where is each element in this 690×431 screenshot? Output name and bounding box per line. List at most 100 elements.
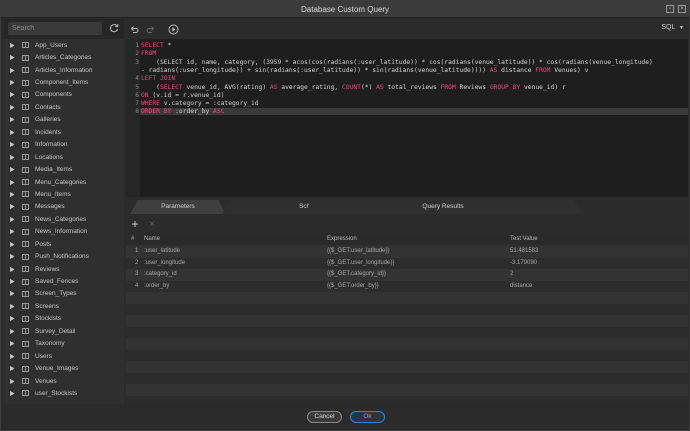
table-row[interactable] — [126, 292, 688, 304]
table-item[interactable]: Reviews — [4, 263, 124, 275]
expand-icon[interactable] — [10, 366, 14, 372]
table-item[interactable]: Information — [4, 139, 124, 151]
table-item[interactable]: Survey_Detail — [4, 325, 124, 337]
expand-icon[interactable] — [10, 378, 14, 384]
table-item[interactable]: Menu_Items — [4, 188, 124, 200]
tab-query-results[interactable]: Query Results — [304, 200, 582, 214]
table-item[interactable]: Galleries — [4, 114, 124, 126]
table-item[interactable]: Articles_Information — [4, 64, 124, 76]
table-item[interactable]: Media_Items — [4, 163, 124, 175]
table-item[interactable]: News_Information — [4, 226, 124, 238]
table-item[interactable]: user_Stockists — [4, 387, 124, 399]
refresh-icon[interactable] — [107, 21, 121, 35]
expand-icon[interactable] — [10, 229, 14, 235]
table-item[interactable]: Articles_Categories — [4, 51, 124, 63]
expand-icon[interactable] — [10, 353, 14, 359]
column-header[interactable]: Expression — [324, 234, 507, 245]
table-row[interactable] — [126, 326, 688, 338]
param-name[interactable]: :user_latitude — [141, 246, 324, 258]
table-item[interactable]: Venue_Images — [4, 362, 124, 374]
expand-icon[interactable] — [10, 67, 14, 73]
expand-icon[interactable] — [10, 117, 14, 123]
redo-icon[interactable] — [144, 22, 158, 36]
tab-parameters[interactable]: Parameters — [130, 200, 226, 214]
expand-icon[interactable] — [10, 142, 14, 148]
table-item[interactable]: Messages — [4, 201, 124, 213]
param-name[interactable]: :order_by — [141, 281, 324, 293]
table-item[interactable]: Contacts — [4, 101, 124, 113]
expand-icon[interactable] — [10, 266, 14, 272]
table-item[interactable]: Screens — [4, 300, 124, 312]
expand-icon[interactable] — [10, 279, 14, 285]
param-name[interactable]: :category_id — [141, 269, 324, 281]
table-row[interactable] — [126, 349, 688, 361]
table-row[interactable]: 4:order_by {{$_GET.order_by}} distance — [126, 280, 688, 293]
table-row[interactable]: 1:user_latitude {{$_GET.user_latitude}} 51… — [126, 246, 688, 258]
param-name[interactable]: :user_longitude — [141, 258, 324, 270]
param-test-value[interactable]: -3.179090 — [507, 258, 688, 270]
expand-icon[interactable] — [10, 390, 14, 396]
param-test-value[interactable]: 51.481583 — [507, 246, 688, 258]
ok-button[interactable]: Ok — [350, 411, 385, 423]
expand-icon[interactable] — [10, 80, 14, 86]
expand-icon[interactable] — [10, 129, 14, 135]
remove-parameter-icon[interactable]: × — [145, 217, 159, 231]
expand-icon[interactable] — [10, 42, 14, 48]
table-item[interactable]: Menu_Categories — [4, 176, 124, 188]
close-icon[interactable]: × — [678, 5, 686, 13]
add-parameter-icon[interactable]: + — [128, 217, 142, 231]
expand-icon[interactable] — [10, 216, 14, 222]
table-item[interactable]: Locations — [4, 151, 124, 163]
column-header[interactable]: # — [126, 234, 141, 245]
expand-icon[interactable] — [10, 179, 14, 185]
table-item[interactable]: Posts — [4, 238, 124, 250]
param-expression[interactable]: {{$_GET.category_id}} — [324, 269, 507, 281]
expand-icon[interactable] — [10, 254, 14, 260]
table-row[interactable] — [126, 315, 688, 327]
expand-icon[interactable] — [10, 316, 14, 322]
table-item[interactable]: Users — [4, 350, 124, 362]
param-expression[interactable]: {{$_GET.user_latitude}} — [324, 246, 507, 258]
table-item[interactable]: App_Users — [4, 39, 124, 51]
table-item[interactable]: Component_Items — [4, 76, 124, 88]
table-item[interactable]: Screen_Types — [4, 288, 124, 300]
param-expression[interactable]: {{$_GET.order_by}} — [324, 281, 507, 293]
expand-icon[interactable] — [10, 154, 14, 160]
restore-icon[interactable]: ▫ — [666, 5, 674, 13]
expand-icon[interactable] — [10, 55, 14, 61]
run-query-icon[interactable] — [166, 22, 180, 36]
table-row[interactable] — [126, 372, 688, 384]
table-row[interactable] — [126, 361, 688, 373]
table-item[interactable]: Components — [4, 89, 124, 101]
param-expression[interactable]: {{$_GET.user_longitude}} — [324, 258, 507, 270]
table-item[interactable]: Push_Notifications — [4, 250, 124, 262]
expand-icon[interactable] — [10, 341, 14, 347]
table-item[interactable]: Saved_Fences — [4, 275, 124, 287]
table-item[interactable]: Venues — [4, 375, 124, 387]
sql-editor[interactable]: 12345678 SELECT * FROM (SELECT id, name, … — [126, 39, 688, 197]
table-item[interactable]: News_Categories — [4, 213, 124, 225]
table-item[interactable]: Stockists — [4, 313, 124, 325]
table-row[interactable]: 2:user_longitude {{$_GET.user_longitude}}… — [126, 257, 688, 270]
column-header[interactable]: Test Value — [507, 234, 688, 245]
column-header[interactable]: Name — [141, 234, 324, 245]
expand-icon[interactable] — [10, 241, 14, 247]
cancel-button[interactable]: Cancel — [307, 411, 342, 423]
expand-icon[interactable] — [10, 191, 14, 197]
expand-icon[interactable] — [10, 92, 14, 98]
search-input[interactable] — [8, 22, 102, 35]
table-row[interactable] — [126, 303, 688, 315]
expand-icon[interactable] — [10, 291, 14, 297]
table-row[interactable]: 3:category_id {{$_GET.category_id}} 2 — [126, 269, 688, 281]
table-row[interactable] — [126, 384, 688, 396]
expand-icon[interactable] — [10, 167, 14, 173]
undo-icon[interactable] — [127, 22, 141, 36]
param-test-value[interactable]: 2 — [507, 269, 688, 281]
expand-icon[interactable] — [10, 104, 14, 110]
expand-icon[interactable] — [10, 303, 14, 309]
expand-icon[interactable] — [10, 204, 14, 210]
table-row[interactable] — [126, 338, 688, 350]
expand-icon[interactable] — [10, 328, 14, 334]
language-select[interactable]: SQL ▼ — [661, 24, 684, 31]
param-test-value[interactable]: distance — [507, 281, 688, 293]
